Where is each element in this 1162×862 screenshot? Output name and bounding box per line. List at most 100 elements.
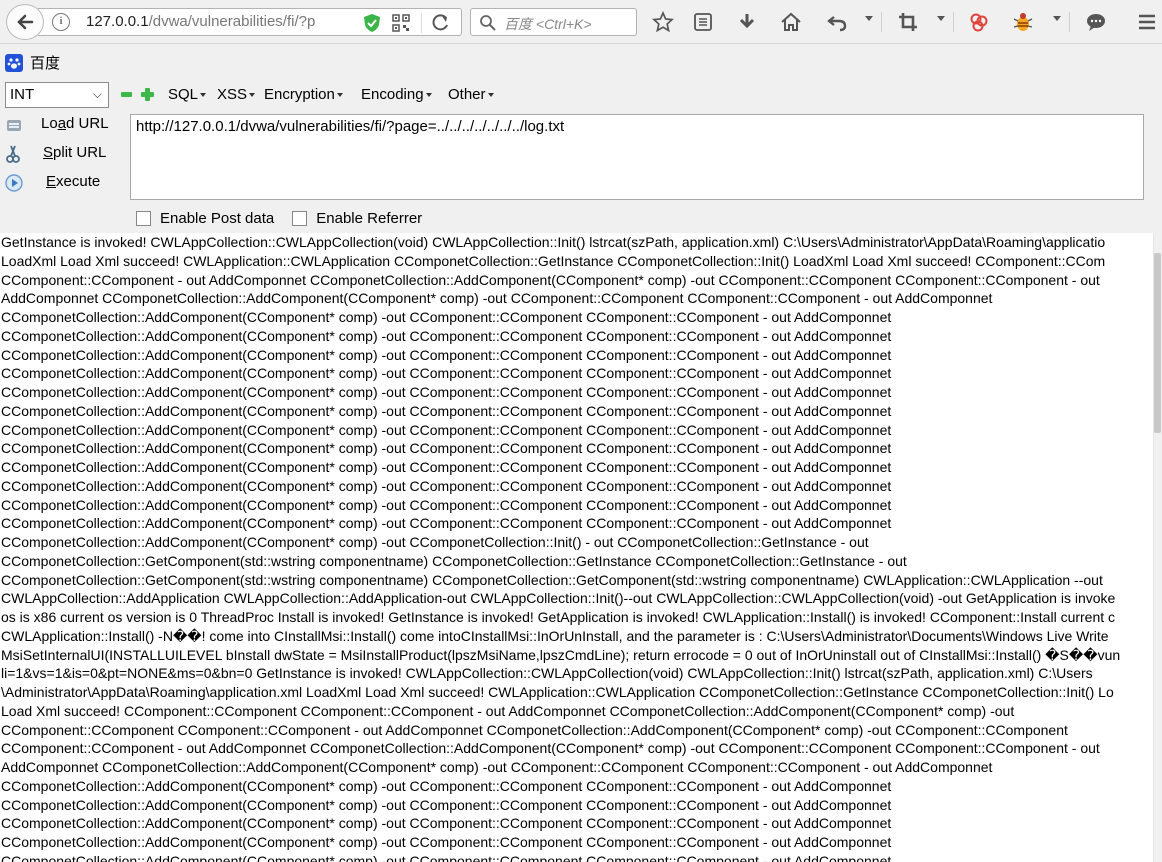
execute-accel: E (46, 173, 57, 190)
qr-code-icon[interactable] (392, 14, 410, 37)
play-icon (4, 173, 24, 193)
reload-icon[interactable] (431, 13, 451, 38)
url-bar[interactable]: i 127.0.0.1/dvwa/vulnerabilities/fi/?p (38, 8, 462, 36)
baidu-paw-icon (5, 53, 23, 72)
toolbar-divider (881, 12, 882, 32)
scissors-icon (4, 144, 24, 164)
search-bar[interactable]: 百度 <Ctrl+K> (470, 8, 637, 36)
enable-referrer-checkbox[interactable]: Enable Referrer (292, 207, 422, 229)
firebug-dropdown-arrow[interactable] (1053, 16, 1061, 21)
log-line: CComponetCollection::AddComponent(CCompo… (1, 496, 892, 513)
log-line: CComponetCollection::AddComponent(CCompo… (1, 796, 892, 813)
crop-icon[interactable] (896, 10, 920, 34)
log-line: CComponetCollection::AddComponent(CCompo… (1, 346, 892, 363)
plus-icon[interactable] (141, 88, 154, 101)
log-line: CComponetCollection::AddComponent(CCompo… (1, 384, 892, 400)
url-path: /dvwa/vulnerabilities/fi/?p (148, 13, 316, 30)
menu-label: Encryption (264, 86, 335, 103)
url-host: 127.0.0.1 (86, 13, 149, 30)
menu-label: Encoding (361, 86, 424, 103)
hackbar-url-textarea[interactable]: http://127.0.0.1/dvwa/vulnerabilities/fi… (130, 114, 1144, 200)
toolbar-divider (1069, 12, 1070, 32)
menu-label: XSS (217, 86, 248, 103)
split-url-button[interactable]: Split URL (0, 141, 124, 167)
log-line: CComponetCollection::AddComponent(CCompo… (1, 421, 892, 438)
reading-list-icon[interactable] (691, 10, 715, 34)
dropdown-arrow-icon (200, 93, 207, 98)
url-text[interactable]: 127.0.0.1/dvwa/vulnerabilities/fi/?p (86, 13, 332, 33)
back-button[interactable] (6, 4, 44, 40)
log-line: CComponetCollection::AddComponent(CCompo… (1, 402, 892, 419)
back-arrow-icon (17, 14, 34, 30)
enable-referrer-label: Enable Referrer (316, 209, 423, 227)
menu-icon[interactable] (1135, 10, 1159, 34)
log-line: CWLApplication::Install() -N��! come int… (1, 627, 1109, 644)
vertical-scrollbar[interactable] (1153, 233, 1162, 862)
browser-window: i 127.0.0.1/dvwa/vulnerabilities/fi/?p 百… (0, 0, 1162, 862)
log-line: CComponetCollection::AddComponent(CCompo… (1, 459, 892, 475)
load-url-label: Load URL (41, 115, 109, 132)
load-url-button[interactable]: Load URL (0, 112, 124, 138)
log-line: AddComponnet CComponetCollection::AddCom… (1, 290, 993, 307)
log-line: Load Xml succeed! CComponent::CComponent… (1, 702, 1015, 719)
log-line: CWLAppCollection::AddApplication CWLAppC… (1, 590, 1116, 607)
home-icon[interactable] (779, 10, 803, 34)
split-url-accel: S (43, 144, 54, 161)
type-select-value: INT (10, 86, 35, 103)
log-line: CComponetCollection::AddComponent(CCompo… (1, 777, 892, 794)
bookmark-star-icon[interactable] (651, 10, 675, 34)
url-bar-separator (421, 13, 422, 33)
hackbar-menu-row: INT ⌵ SQL XSS Encryption Encoding Other (0, 80, 1162, 110)
enable-post-checkbox[interactable]: Enable Post data (136, 207, 274, 229)
log-line: CComponetCollection::GetComponent(std::w… (1, 552, 907, 569)
execute-label-part: xecute (56, 173, 101, 190)
type-select[interactable]: INT ⌵ (5, 82, 109, 108)
menu-encryption[interactable]: Encryption (264, 86, 343, 103)
menu-label: SQL (168, 86, 199, 103)
toolbar-divider (953, 12, 954, 32)
log-line: CComponetCollection::GetComponent(std::w… (1, 571, 1103, 588)
undo-dropdown-arrow[interactable] (865, 16, 873, 21)
search-icon (479, 14, 497, 37)
menu-encoding[interactable]: Encoding (361, 86, 432, 103)
search-placeholder: 百度 <Ctrl+K> (504, 16, 592, 32)
crop-dropdown-arrow[interactable] (937, 16, 945, 21)
hackbar-options: Enable Post data Enable Referrer (136, 207, 422, 229)
download-icon[interactable] (735, 10, 759, 34)
undo-icon[interactable] (825, 10, 849, 34)
extension-icon[interactable] (967, 10, 991, 34)
log-line: CComponent::CComponent - out AddComponne… (1, 271, 1100, 288)
load-url-label-part: Lo (41, 115, 58, 132)
log-line: CComponent::CComponent CComponent::CComp… (1, 721, 1068, 738)
dropdown-arrow-icon (336, 93, 343, 98)
log-line: LoadXml Load Xml succeed! CWLApplication… (1, 252, 1106, 269)
menu-sql[interactable]: SQL (168, 86, 207, 103)
checkbox-box[interactable] (292, 210, 308, 226)
menu-label: Other (448, 86, 486, 103)
bookmark-baidu[interactable]: 百度 (5, 52, 60, 73)
chat-icon[interactable] (1084, 10, 1108, 34)
log-line: CComponetCollection::AddComponent(CCompo… (1, 440, 892, 457)
bookmarks-bar: 百度 (0, 45, 1162, 77)
log-output: GetInstance is invoked! CWLAppCollection… (1, 233, 1153, 862)
minus-icon[interactable] (121, 92, 132, 97)
load-url-accel: a (57, 115, 67, 132)
log-line: li=1&vs=1&is=0&pt=NONE&ms=0&bn=0 GetInst… (1, 665, 1093, 682)
log-line: os is x86 current os version is 0 Thread… (1, 609, 1116, 625)
load-url-icon (4, 115, 24, 135)
log-line: CComponetCollection::AddComponent(CCompo… (1, 477, 892, 494)
split-url-label: Split URL (43, 144, 106, 161)
checkbox-box[interactable] (136, 210, 151, 226)
menu-other[interactable]: Other (448, 86, 494, 103)
site-info-icon[interactable]: i (52, 13, 70, 31)
scrollbar-thumb[interactable] (1154, 253, 1161, 433)
nav-toolbar: i 127.0.0.1/dvwa/vulnerabilities/fi/?p 百… (0, 0, 1162, 44)
dropdown-arrow-icon (425, 93, 432, 98)
menu-xss[interactable]: XSS (217, 86, 256, 103)
firebug-icon[interactable] (1011, 10, 1035, 34)
execute-button[interactable]: Execute (0, 170, 124, 196)
log-line: CComponetCollection::AddComponent(CCompo… (1, 515, 892, 532)
dropdown-arrow-icon (249, 93, 256, 98)
shield-icon[interactable] (363, 13, 381, 38)
execute-label: Execute (46, 173, 100, 190)
